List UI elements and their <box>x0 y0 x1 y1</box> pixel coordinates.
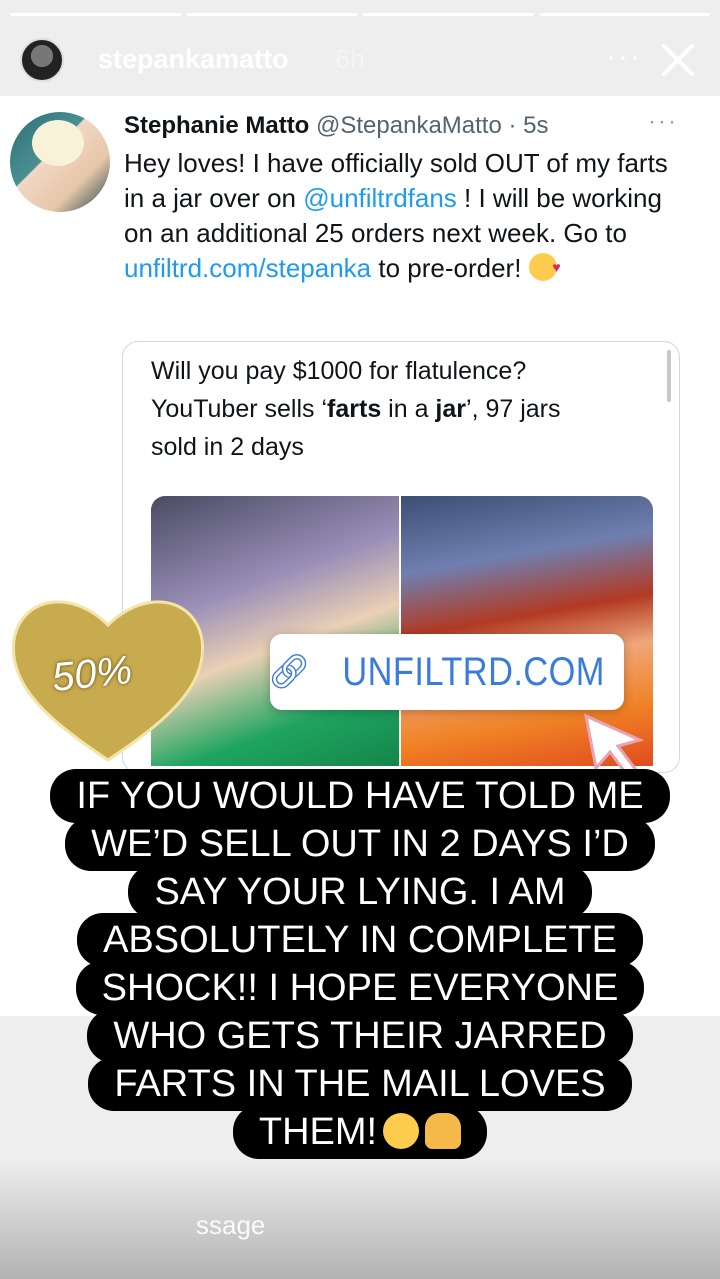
tweet-more-icon: ··· <box>648 108 678 135</box>
scrollbar <box>667 350 671 402</box>
quoted-article-title: Will you pay $1000 for flatulence? YouTu… <box>151 352 651 466</box>
tweet-body: Hey loves! I have officially sold OUT of… <box>124 146 684 286</box>
story-caption: IF YOU WOULD HAVE TOLD ME WE’D SELL OUT … <box>0 769 720 1159</box>
tweet-handle-time: @StepankaMatto · 5s <box>316 112 549 139</box>
story-progress <box>10 13 710 16</box>
story-username[interactable]: stepankamatto <box>98 44 289 75</box>
caption-line: WE’D SELL OUT IN 2 DAYS I’D <box>65 817 655 871</box>
tweet-text-part: to pre-order! <box>371 253 529 283</box>
caption-line: WHO GETS THEIR JARRED <box>87 1009 633 1063</box>
progress-segment <box>186 13 357 16</box>
quote-line: Will you pay $1000 for flatulence? <box>151 357 527 385</box>
quote-line: YouTuber sells ‘ <box>151 395 328 423</box>
caption-line: SAY YOUR LYING. I AM <box>128 865 592 919</box>
quote-line: in a <box>381 395 436 423</box>
quote-bold: jar <box>435 395 467 423</box>
caption-line: IF YOU WOULD HAVE TOLD ME <box>50 769 670 823</box>
tweet-header: Stephanie Matto @StepankaMatto · 5s <box>124 112 549 140</box>
more-options-icon[interactable]: ··· <box>606 40 642 74</box>
caption-line-text: THEM! <box>258 1111 378 1153</box>
progress-segment <box>10 13 181 16</box>
raising-hands-emoji-icon <box>425 1113 462 1149</box>
story-header: stepankamatto 6h ··· <box>20 38 700 84</box>
tweet-mention: @unfiltrdfans <box>303 183 457 213</box>
quote-line: ’, 97 jars <box>466 395 561 423</box>
link-sticker-label: UNFILTRD.COM <box>342 649 605 694</box>
close-icon[interactable] <box>656 38 700 82</box>
smiling-hearts-emoji-icon <box>528 250 561 285</box>
tweet-author-avatar <box>10 112 110 212</box>
link-sticker[interactable]: 🔗︎ UNFILTRD.COM <box>267 634 624 710</box>
caption-line-last: THEM! <box>232 1105 488 1159</box>
caption-line: FARTS IN THE MAIL LOVES <box>88 1057 632 1111</box>
send-message-input[interactable]: ssage <box>196 1210 265 1241</box>
bottom-gradient <box>0 1159 720 1279</box>
tweet-link: unfiltrd.com/stepanka <box>124 253 372 283</box>
quote-line: sold in 2 days <box>151 433 304 461</box>
profile-avatar[interactable] <box>20 38 64 82</box>
tweet-author-name: Stephanie Matto <box>124 112 310 139</box>
caption-line: ABSOLUTELY IN COMPLETE <box>77 913 643 967</box>
progress-segment <box>363 13 534 16</box>
caption-line: SHOCK!! I HOPE EVERYONE <box>75 961 645 1015</box>
heart-sticker-label: 50% <box>49 647 135 701</box>
smiling-hearts-emoji-icon <box>383 1113 420 1149</box>
link-icon: 🔗︎ <box>267 653 311 691</box>
quote-bold: farts <box>327 395 382 423</box>
story-timestamp: 6h <box>335 44 366 74</box>
progress-segment <box>539 13 710 16</box>
